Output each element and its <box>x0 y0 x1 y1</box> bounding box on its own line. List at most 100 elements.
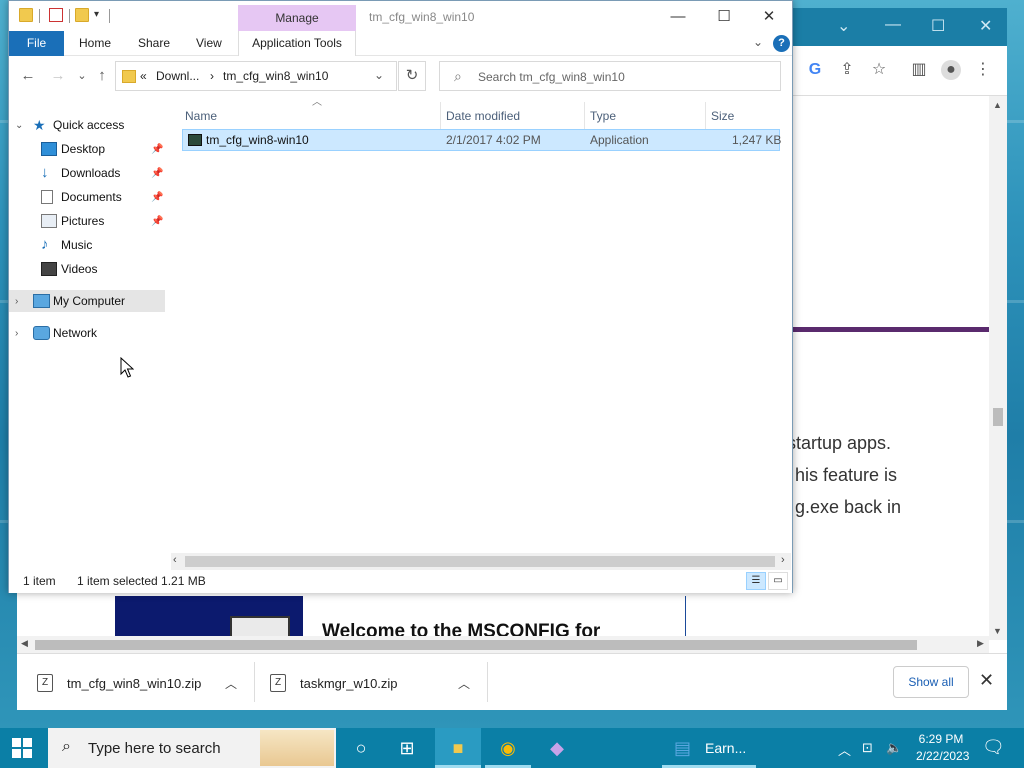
nav-item-pictures[interactable]: Pictures 📌 <box>9 210 165 232</box>
search-input[interactable] <box>478 67 774 87</box>
browser-maximize-icon[interactable]: ☐ <box>931 16 945 36</box>
tab-home[interactable]: Home <box>79 31 111 56</box>
nav-item-desktop[interactable]: Desktop 📌 <box>9 138 165 160</box>
scroll-thumb[interactable] <box>185 556 775 567</box>
refresh-button[interactable]: ↻ <box>398 61 426 91</box>
close-icon[interactable]: ✕ <box>979 670 994 691</box>
large-icons-view-icon[interactable]: ▭ <box>768 572 788 590</box>
search-highlight-image <box>260 730 334 766</box>
bookmark-star-icon[interactable]: ☆ <box>869 60 889 80</box>
file-explorer-taskbar-icon[interactable]: ■ <box>435 728 481 768</box>
scroll-left-icon[interactable]: ‹ <box>173 554 177 566</box>
chevron-up-icon[interactable]: ︿ <box>838 740 851 759</box>
close-button[interactable]: ✕ <box>746 5 792 29</box>
side-panel-icon[interactable]: ▥ <box>909 60 929 80</box>
taskbar-search-box[interactable]: ⌕ Type here to search <box>48 728 336 768</box>
nav-item-documents[interactable]: Documents 📌 <box>9 186 165 208</box>
expand-ribbon-icon[interactable]: ⌄ <box>753 35 763 49</box>
scroll-left-icon[interactable]: ◀ <box>21 638 28 649</box>
breadcrumb-overflow[interactable]: « <box>140 69 147 83</box>
new-folder-icon[interactable] <box>75 8 89 22</box>
divider <box>487 662 488 702</box>
windows-start-icon[interactable] <box>12 738 32 758</box>
tab-view[interactable]: View <box>196 31 222 56</box>
browser-tab-dropdown-icon[interactable]: ⌄ <box>837 16 850 36</box>
show-all-button[interactable]: Show all <box>893 666 969 698</box>
chevron-up-icon[interactable]: ︿ <box>225 675 237 692</box>
column-header-size[interactable]: Size <box>711 102 734 130</box>
volume-icon[interactable]: 🔈 <box>886 740 902 756</box>
column-header-date[interactable]: Date modified <box>446 102 520 130</box>
scroll-up-icon[interactable]: ▲ <box>993 100 1002 110</box>
download-filename: taskmgr_w10.zip <box>300 675 398 691</box>
breadcrumb-separator[interactable]: › <box>210 69 214 83</box>
nav-item-music[interactable]: ♪ Music <box>9 234 165 256</box>
file-date: 2/1/2017 4:02 PM <box>446 133 541 147</box>
profile-avatar-icon[interactable]: ● <box>941 60 961 80</box>
cortana-icon[interactable]: ○ <box>338 728 384 768</box>
navigation-pane: ⌄ ★ Quick access Desktop 📌 ↓ Downloads 📌… <box>9 96 169 561</box>
details-view-icon[interactable]: ☰ <box>746 572 766 590</box>
download-item[interactable]: Z tm_cfg_win8_win10.zip ︿ <box>37 666 247 700</box>
chevron-up-icon[interactable]: ︿ <box>458 675 470 692</box>
column-separator[interactable] <box>705 102 706 130</box>
recent-locations-button[interactable]: ⌄ <box>71 66 93 86</box>
address-dropdown-icon[interactable]: ⌄ <box>374 68 384 82</box>
chevron-down-icon[interactable]: ⌄ <box>15 120 23 131</box>
file-row[interactable]: tm_cfg_win8-win10 2/1/2017 4:02 PM Appli… <box>182 129 781 151</box>
clock-date: 2/22/2023 <box>916 749 970 763</box>
file-list-horizontal-scrollbar[interactable]: ‹ › <box>171 553 791 570</box>
help-icon[interactable]: ? <box>773 35 790 52</box>
scroll-thumb[interactable] <box>35 640 917 650</box>
download-item[interactable]: Z taskmgr_w10.zip ︿ <box>270 666 480 700</box>
google-icon[interactable]: G <box>805 60 825 80</box>
tab-application-tools[interactable]: Application Tools <box>238 31 356 56</box>
system-clock[interactable]: 6:29 PM 2/22/2023 <box>916 731 970 765</box>
nav-item-downloads[interactable]: ↓ Downloads 📌 <box>9 162 165 184</box>
back-button[interactable]: ← <box>17 66 39 86</box>
music-icon: ♪ <box>41 236 49 253</box>
address-bar[interactable]: « Downl... › tm_cfg_win8_win10 ⌄ <box>115 61 397 91</box>
chevron-right-icon[interactable]: › <box>15 296 18 307</box>
breadcrumb-current-folder[interactable]: tm_cfg_win8_win10 <box>223 69 328 83</box>
column-separator[interactable] <box>584 102 585 130</box>
up-button[interactable]: ↑ <box>91 66 113 86</box>
pin-icon: 📌 <box>151 191 164 203</box>
share-icon[interactable]: ⇪ <box>837 60 857 80</box>
browser-minimize-icon[interactable]: — <box>885 16 901 34</box>
column-header-name[interactable]: Name <box>185 102 217 130</box>
nav-item-videos[interactable]: Videos <box>9 258 165 280</box>
column-header-type[interactable]: Type <box>590 102 616 130</box>
maximize-button[interactable]: ☐ <box>701 5 747 29</box>
chrome-taskbar-icon[interactable]: ◉ <box>485 728 531 768</box>
breadcrumb-downloads[interactable]: Downl... <box>156 69 199 83</box>
column-separator[interactable] <box>440 102 441 130</box>
properties-icon[interactable] <box>49 8 63 22</box>
taskbar-app-label: Earn... <box>705 740 747 756</box>
scroll-down-icon[interactable]: ▼ <box>993 626 1002 636</box>
scroll-right-icon[interactable]: ▶ <box>977 638 984 649</box>
nav-item-my-computer[interactable]: › My Computer <box>9 290 165 312</box>
nav-item-network[interactable]: › Network <box>9 322 165 344</box>
tab-share[interactable]: Share <box>138 31 170 56</box>
scroll-right-icon[interactable]: › <box>781 554 785 566</box>
customize-toolbar-icon[interactable]: ▾ <box>94 9 99 20</box>
browser-horizontal-scrollbar[interactable]: ◀ ▶ <box>17 636 989 653</box>
minimize-button[interactable]: — <box>655 5 701 29</box>
chevron-right-icon[interactable]: › <box>15 328 18 339</box>
network-icon[interactable]: ⊡ <box>862 740 873 756</box>
tab-file[interactable]: File <box>9 31 64 56</box>
downloads-bar: Z tm_cfg_win8_win10.zip ︿ Z taskmgr_w10.… <box>17 653 1007 710</box>
notifications-icon[interactable]: 🗨 <box>982 737 1005 758</box>
tab-manage[interactable]: Manage <box>238 5 356 31</box>
forward-button[interactable]: → <box>47 66 69 86</box>
more-menu-icon[interactable]: ⋮ <box>973 60 993 80</box>
search-box[interactable]: ⌕ <box>439 61 781 91</box>
visual-studio-taskbar-icon[interactable]: ◆ <box>534 728 580 768</box>
browser-vertical-scrollbar[interactable]: ▲ ▼ <box>989 96 1007 640</box>
scroll-thumb[interactable] <box>993 408 1003 426</box>
task-view-icon[interactable]: ⊞ <box>384 728 430 768</box>
sort-ascending-icon: ︿ <box>312 97 322 108</box>
browser-close-icon[interactable]: ✕ <box>979 16 992 36</box>
nav-item-quick-access[interactable]: ⌄ ★ Quick access <box>9 114 165 136</box>
